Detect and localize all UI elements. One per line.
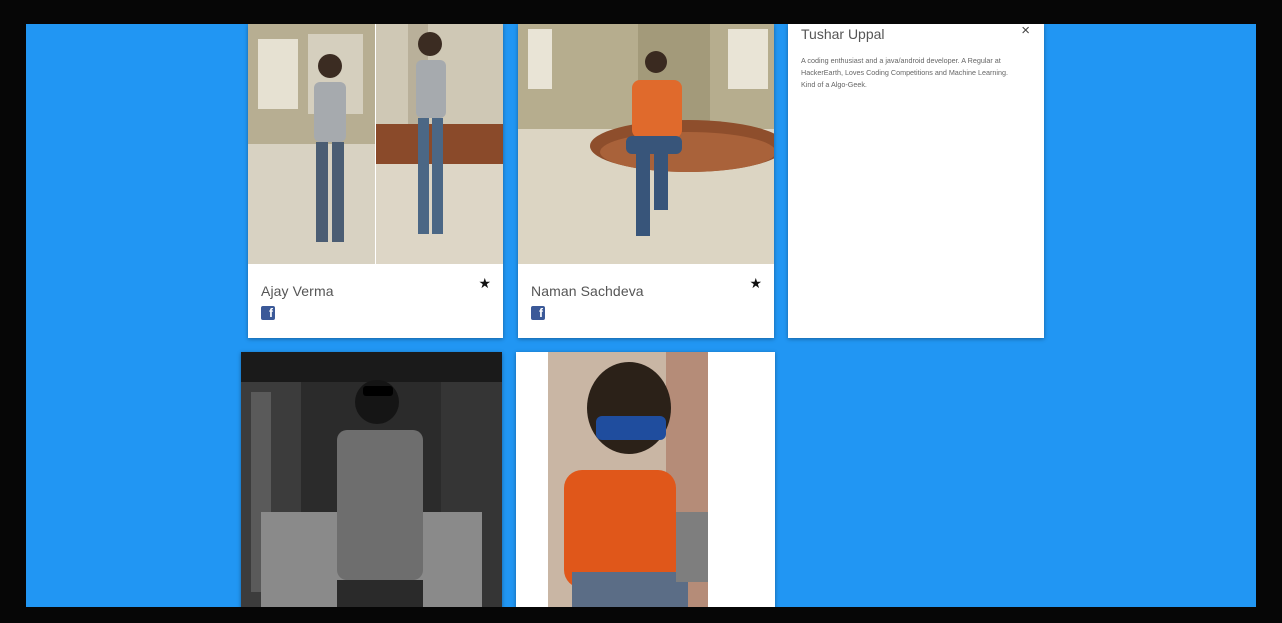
team-card-tushar-reveal[interactable]: Tushar Uppal × A coding enthusiast and a…: [788, 24, 1044, 338]
facebook-icon[interactable]: f: [261, 306, 275, 320]
facebook-glyph: f: [539, 306, 543, 320]
close-icon[interactable]: ×: [1021, 24, 1030, 38]
star-icon[interactable]: ★: [478, 276, 491, 290]
star-icon[interactable]: ★: [749, 276, 762, 290]
member-bio: A coding enthusiast and a java/android d…: [801, 56, 1008, 89]
team-card-naman[interactable]: Naman Sachdeva ★ f: [518, 24, 774, 338]
team-card-ajay[interactable]: Ajay Verma ★ f: [248, 24, 503, 338]
team-photo: [518, 24, 774, 264]
facebook-icon[interactable]: f: [531, 306, 545, 320]
team-card-photo-bw[interactable]: [241, 352, 502, 607]
member-name: Ajay Verma: [261, 283, 334, 299]
member-name: Tushar Uppal: [801, 26, 885, 42]
team-card-photo-selfie[interactable]: [516, 352, 775, 607]
member-name: Naman Sachdeva: [531, 283, 644, 299]
screen-frame: Ajay Verma ★ f Naman Sachdeva ★ f Tushar…: [0, 0, 1282, 623]
team-photo: [241, 352, 502, 607]
facebook-glyph: f: [269, 306, 273, 320]
team-photo: [516, 352, 775, 607]
team-page: Ajay Verma ★ f Naman Sachdeva ★ f Tushar…: [26, 24, 1256, 607]
team-photo: [248, 24, 503, 264]
